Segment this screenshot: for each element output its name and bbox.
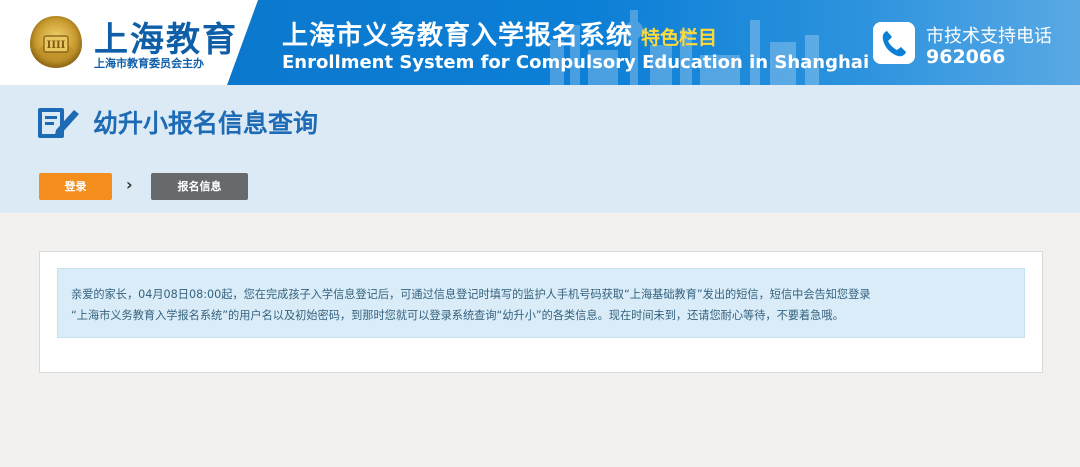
step-arrow-icon: ›	[126, 175, 133, 194]
system-title: 上海市义务教育入学报名系统 特色栏目	[282, 15, 717, 52]
notice-line-2: “上海市义务教育入学报名系统”的用户名以及初始密码，到那时您就可以登录系统查询“…	[71, 309, 844, 322]
info-notice: 亲爱的家长，04月08日08:00起，您在完成孩子入学信息登记后，可通过信息登记…	[57, 268, 1025, 338]
site-header: IIII 上海教育 上海市教育委员会主办 上海市义务教育入学报名系统 特色栏目 E…	[0, 0, 1080, 85]
edit-form-icon	[38, 108, 79, 138]
support-label: 市技术支持电话	[926, 26, 1052, 47]
notice-line-1: 亲爱的家长，04月08日08:00起，您在完成孩子入学信息登记后，可通过信息登记…	[71, 288, 871, 301]
logo-area[interactable]: IIII 上海教育 上海市教育委员会主办	[0, 0, 258, 85]
feature-tag: 特色栏目	[641, 27, 718, 49]
page-title: 幼升小报名信息查询	[93, 109, 319, 138]
logo-subtitle: 上海市教育委员会主办	[94, 57, 204, 70]
login-step-button[interactable]: 登录	[39, 173, 112, 200]
phone-icon	[873, 22, 915, 64]
support-number: 962066	[926, 46, 1006, 68]
logo-title: 上海教育	[94, 20, 238, 60]
education-badge-icon: IIII	[30, 16, 82, 68]
registration-info-step: 报名信息	[151, 173, 248, 200]
system-title-text: 上海市义务教育入学报名系统	[282, 21, 634, 51]
svg-text:IIII: IIII	[47, 40, 66, 51]
system-title-en: Enrollment System for Compulsory Educati…	[282, 52, 870, 73]
